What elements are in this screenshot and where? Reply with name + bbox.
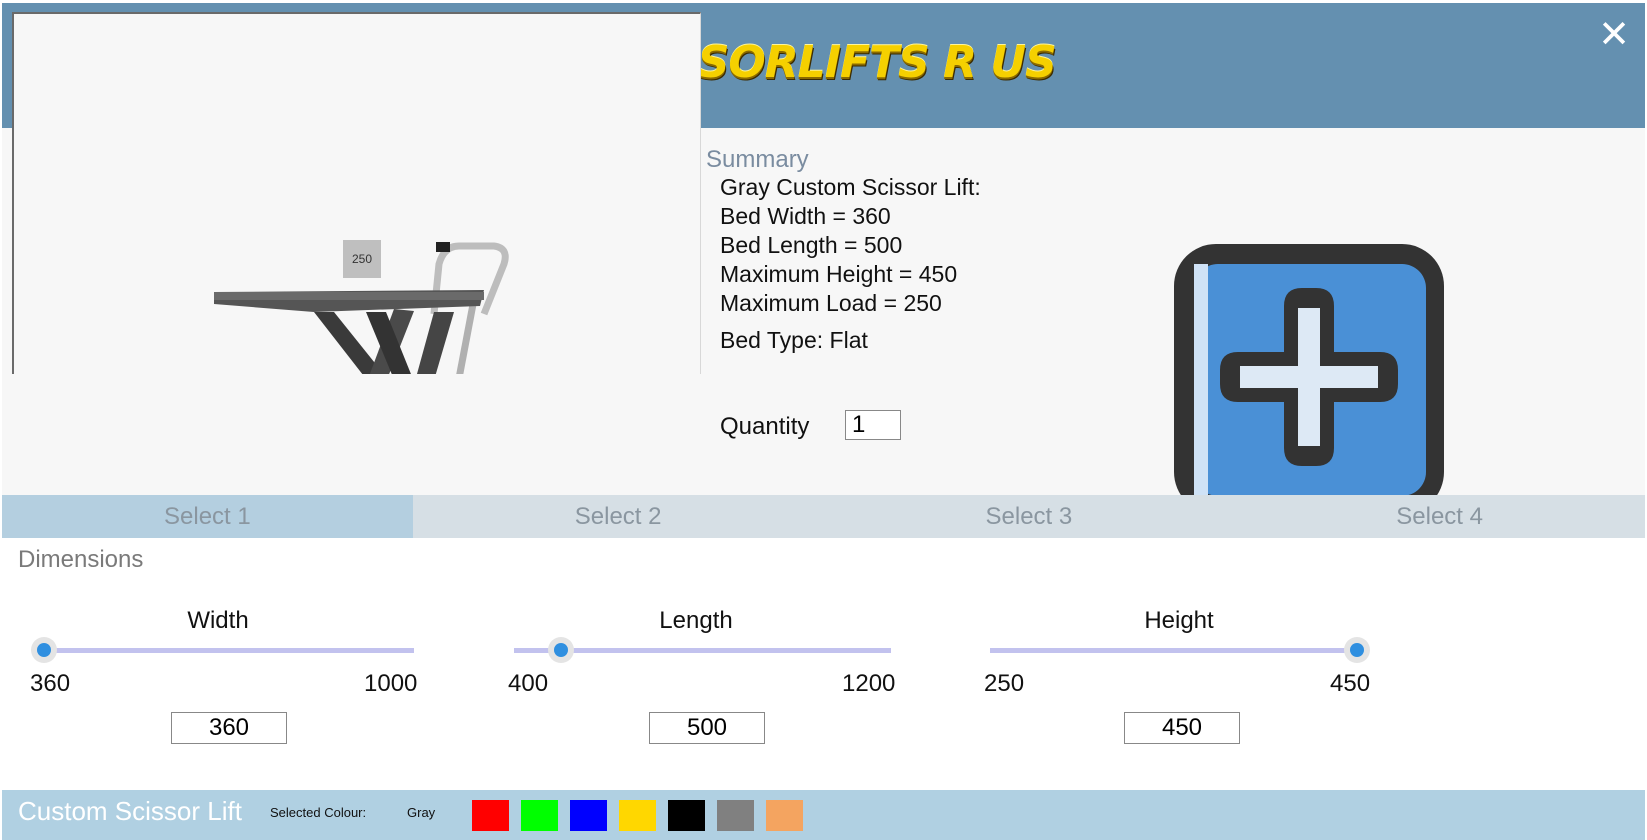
- summary-line: Bed Width = 360: [720, 203, 891, 229]
- colour-swatch-black[interactable]: [668, 800, 705, 831]
- length-max: 1200: [842, 670, 896, 697]
- length-slider-thumb[interactable]: [554, 643, 569, 657]
- scissor-lift-illustration: [214, 242, 509, 485]
- length-min: 400: [508, 670, 549, 697]
- footer-bar: Custom Scissor Lift Selected Colour: Gra…: [2, 790, 1645, 840]
- selected-colour-label: Selected Colour:: [270, 805, 367, 820]
- colour-swatch-orange[interactable]: [766, 800, 803, 831]
- summary-title: Summary: [706, 146, 809, 173]
- close-button[interactable]: ✕: [1597, 15, 1631, 53]
- colour-swatch-green[interactable]: [521, 800, 558, 831]
- selected-colour-value: Gray: [407, 805, 436, 820]
- length-label: Length: [659, 607, 733, 634]
- step-tabs: Select 1 Select 2 Select 3 Select 4: [2, 495, 1645, 538]
- width-slider-thumb[interactable]: [37, 643, 51, 657]
- colour-swatch-blue[interactable]: [570, 800, 607, 831]
- quantity-input[interactable]: [845, 410, 901, 440]
- height-label: Height: [1144, 607, 1214, 634]
- colour-swatch-yellow[interactable]: [619, 800, 656, 831]
- summary-line: Gray Custom Scissor Lift:: [720, 174, 981, 200]
- load-tag: 250: [343, 240, 381, 278]
- lift-preview-image: 250: [12, 12, 701, 485]
- width-max: 1000: [364, 670, 418, 697]
- height-slider-thumb[interactable]: [1350, 643, 1364, 657]
- plus-icon: [1174, 244, 1444, 514]
- summary-line: Maximum Load = 250: [720, 290, 942, 316]
- summary-line: Maximum Height = 450: [720, 261, 958, 287]
- width-value-input[interactable]: 360: [171, 712, 287, 744]
- summary-line: Bed Length = 500: [720, 232, 903, 258]
- colour-swatch-red[interactable]: [472, 800, 509, 831]
- length-value-input[interactable]: 500: [649, 712, 765, 744]
- bed-type-text: Bed Type: Flat: [720, 327, 868, 353]
- footer-title: Custom Scissor Lift: [18, 796, 242, 826]
- length-slider-track[interactable]: [514, 648, 891, 653]
- height-min: 250: [984, 670, 1025, 697]
- width-slider-track[interactable]: [44, 648, 414, 653]
- colour-swatch-gray[interactable]: [717, 800, 754, 831]
- height-max: 450: [1330, 670, 1371, 697]
- add-to-cart-button[interactable]: [1166, 236, 1454, 526]
- quantity-label: Quantity: [720, 413, 810, 440]
- height-value-input[interactable]: 450: [1124, 712, 1240, 744]
- width-min: 360: [30, 670, 71, 697]
- tab-select-2[interactable]: Select 2: [413, 495, 824, 538]
- height-slider-track[interactable]: [990, 648, 1357, 653]
- tab-select-1[interactable]: Select 1: [2, 495, 413, 538]
- width-label: Width: [187, 607, 249, 634]
- tab-select-3[interactable]: Select 3: [824, 495, 1235, 538]
- dimensions-title: Dimensions: [18, 546, 144, 573]
- tab-select-4[interactable]: Select 4: [1234, 495, 1645, 538]
